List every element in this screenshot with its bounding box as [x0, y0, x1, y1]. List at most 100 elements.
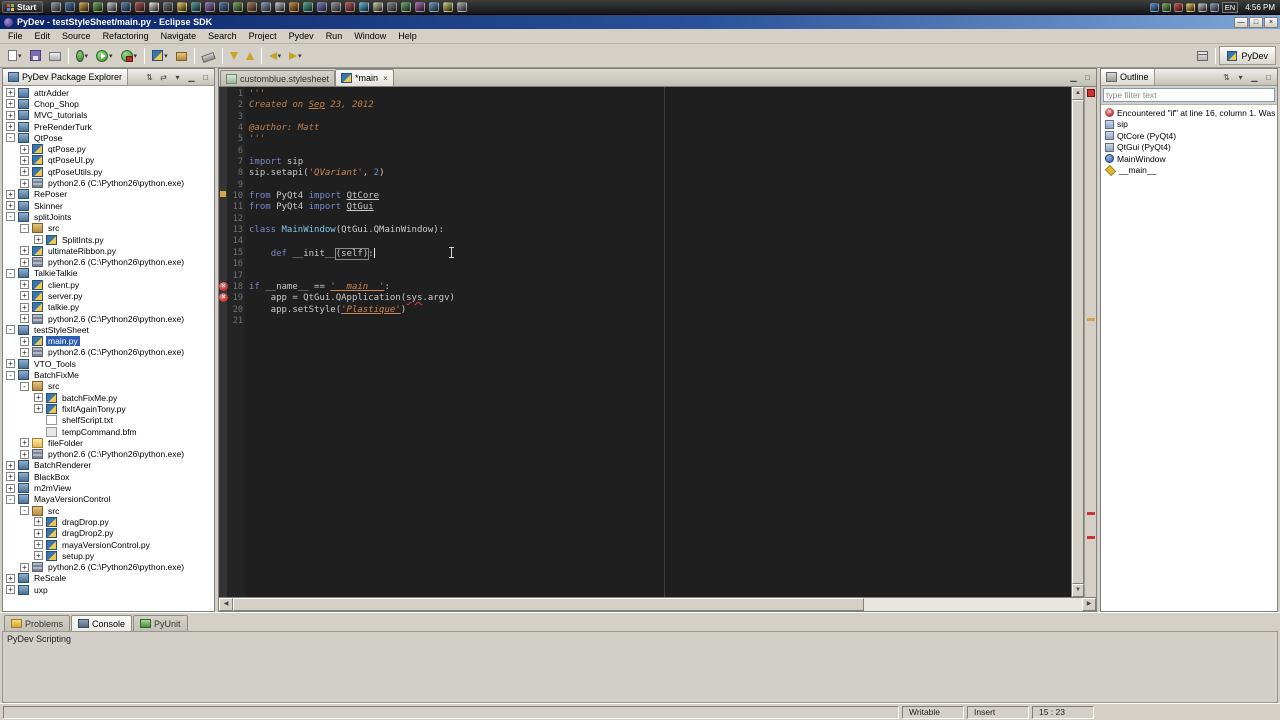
taskbar-shortcut-icon[interactable]: [163, 2, 174, 12]
collapse-icon[interactable]: -: [6, 370, 15, 380]
code-line[interactable]: [249, 146, 1071, 157]
tree-item-fixitagaintony-py[interactable]: + fixItAgainTony.py: [3, 403, 214, 414]
run-button[interactable]: ▾: [92, 46, 117, 66]
expand-icon[interactable]: +: [20, 167, 29, 177]
annotation-gutter[interactable]: × ×: [219, 87, 228, 597]
new-pydev-package-button[interactable]: [172, 46, 191, 66]
perspective-pydev-button[interactable]: PyDev: [1219, 46, 1276, 65]
taskbar-shortcut-icon[interactable]: [387, 2, 398, 12]
tree-item-chop-shop[interactable]: + Chop_Shop: [3, 98, 214, 109]
editor-horizontal-scrollbar[interactable]: ◀ ▶: [219, 597, 1096, 611]
expand-icon[interactable]: +: [6, 460, 15, 470]
outline-item-qtgui-pyqt4[interactable]: QtGui (PyQt4): [1101, 142, 1277, 154]
taskbar-shortcut-icon[interactable]: [401, 2, 412, 12]
tree-item-talkie-py[interactable]: + talkie.py: [3, 302, 214, 313]
taskbar-shortcut-icon[interactable]: [135, 2, 146, 12]
new-wizard-button[interactable]: ▾: [4, 46, 26, 66]
new-pydev-module-button[interactable]: ▾: [148, 46, 172, 66]
taskbar-shortcut-icon[interactable]: [303, 2, 314, 12]
error-overview-mark[interactable]: [1087, 512, 1095, 515]
expand-icon[interactable]: +: [34, 528, 43, 538]
taskbar-shortcut-icon[interactable]: [289, 2, 300, 12]
expand-icon[interactable]: +: [34, 551, 43, 561]
run-external-tools-button[interactable]: ▾: [117, 46, 142, 66]
tree-item-ultimateribbon-py[interactable]: + ultimateRibbon.py: [3, 245, 214, 256]
tray-icon[interactable]: [1209, 2, 1219, 12]
code-line[interactable]: [249, 236, 1071, 247]
menu-refactoring[interactable]: Refactoring: [97, 30, 155, 42]
tree-item-python2-6-c-python26-python-exe[interactable]: + python2.6 (C:\Python26\python.exe): [3, 449, 214, 460]
view-tab-pyunit[interactable]: PyUnit: [133, 615, 188, 631]
tree-item-splitints-py[interactable]: + SplitInts.py: [3, 234, 214, 245]
tree-item-dragdrop-py[interactable]: + dragDrop.py: [3, 516, 214, 527]
taskbar-shortcut-icon[interactable]: [359, 2, 370, 12]
expand-icon[interactable]: +: [20, 438, 29, 448]
expand-icon[interactable]: +: [6, 99, 15, 109]
tree-item-batchrenderer[interactable]: + BatchRenderer: [3, 460, 214, 471]
tree-item-mayaversioncontrol-py[interactable]: + mayaVersionControl.py: [3, 539, 214, 550]
tree-item-talkietalkie[interactable]: - TalkieTalkie: [3, 268, 214, 279]
code-line[interactable]: if __name__ == '__main__':: [249, 282, 1071, 293]
code-line[interactable]: [249, 271, 1071, 282]
outline-item-main[interactable]: __main__: [1101, 164, 1277, 177]
tray-icon[interactable]: [1161, 2, 1171, 12]
tree-item-setup-py[interactable]: + setup.py: [3, 550, 214, 561]
taskbar-shortcut-icon[interactable]: [373, 2, 384, 12]
tray-icon[interactable]: [1185, 2, 1195, 12]
code-area[interactable]: ''' Created on Sep 23, 2012 @author: Matt '…: [245, 87, 1071, 597]
code-line[interactable]: [249, 316, 1071, 327]
hscroll-thumb[interactable]: [233, 598, 865, 611]
collapse-icon[interactable]: -: [20, 381, 29, 391]
expand-icon[interactable]: +: [20, 449, 29, 459]
tree-item-vto-tools[interactable]: + VTO_Tools: [3, 358, 214, 369]
expand-icon[interactable]: +: [20, 347, 29, 357]
tree-item-qtposeui-py[interactable]: + qtPoseUI.py: [3, 155, 214, 166]
maximize-window-button[interactable]: □: [1249, 16, 1263, 28]
overview-ruler[interactable]: [1084, 87, 1096, 597]
minimize-editor-icon[interactable]: ▁: [1067, 71, 1080, 84]
code-line[interactable]: ''': [249, 89, 1071, 100]
tree-item-reposer[interactable]: + RePoser: [3, 189, 214, 200]
console-content[interactable]: PyDev Scripting: [2, 632, 1278, 703]
link-with-editor-icon[interactable]: ⇄: [157, 71, 170, 84]
outline-item-qtcore-pyqt4[interactable]: QtCore (PyQt4): [1101, 130, 1277, 142]
previous-annotation-button[interactable]: [242, 46, 258, 66]
collapse-icon[interactable]: -: [20, 223, 29, 233]
view-tab-problems[interactable]: Problems: [4, 615, 71, 631]
code-line[interactable]: sip.setapi('QVariant', 2): [249, 168, 1071, 179]
tree-item-python2-6-c-python26-python-exe[interactable]: + python2.6 (C:\Python26\python.exe): [3, 177, 214, 189]
code-line[interactable]: [249, 259, 1071, 270]
menu-file[interactable]: File: [2, 30, 29, 42]
collapse-icon[interactable]: -: [20, 506, 29, 516]
expand-icon[interactable]: +: [6, 483, 15, 493]
taskbar-shortcut-icon[interactable]: [317, 2, 328, 12]
collapse-icon[interactable]: -: [6, 133, 15, 143]
tree-item-mayaversioncontrol[interactable]: - MayaVersionControl: [3, 494, 214, 505]
tree-item-mvc-tutorials[interactable]: + MVC_tutorials: [3, 110, 214, 121]
menu-search[interactable]: Search: [202, 30, 243, 42]
code-line[interactable]: app.setStyle('Plastique'): [249, 305, 1071, 316]
maximize-view-icon[interactable]: □: [199, 71, 212, 84]
expand-icon[interactable]: +: [34, 517, 43, 527]
outline-menu-icon[interactable]: ▾: [1234, 71, 1247, 84]
collapse-icon[interactable]: -: [6, 494, 15, 504]
package-explorer-tab[interactable]: PyDev Package Explorer: [3, 69, 129, 85]
expand-icon[interactable]: +: [6, 585, 15, 595]
start-button[interactable]: Start: [2, 1, 44, 13]
scroll-thumb[interactable]: [1072, 100, 1084, 584]
tree-item-rescale[interactable]: + ReScale: [3, 573, 214, 584]
open-perspective-button[interactable]: [1193, 46, 1212, 66]
tree-item-src[interactable]: - src: [3, 223, 214, 234]
view-menu-icon[interactable]: ▾: [171, 71, 184, 84]
task-overview-mark[interactable]: [1087, 317, 1095, 321]
code-line[interactable]: app = QtGui.QApplication(sys.argv): [249, 293, 1071, 304]
print-button[interactable]: [45, 46, 65, 66]
expand-icon[interactable]: +: [20, 336, 29, 346]
error-overview-mark[interactable]: [1087, 536, 1095, 540]
expand-icon[interactable]: +: [20, 302, 29, 312]
close-tab-icon[interactable]: ×: [383, 74, 388, 83]
tray-icon[interactable]: [1149, 2, 1159, 12]
tree-item-shelfscript-txt[interactable]: shelfScript.txt: [3, 415, 214, 426]
scroll-down-icon[interactable]: ▼: [1072, 584, 1084, 597]
expand-icon[interactable]: +: [6, 573, 15, 583]
